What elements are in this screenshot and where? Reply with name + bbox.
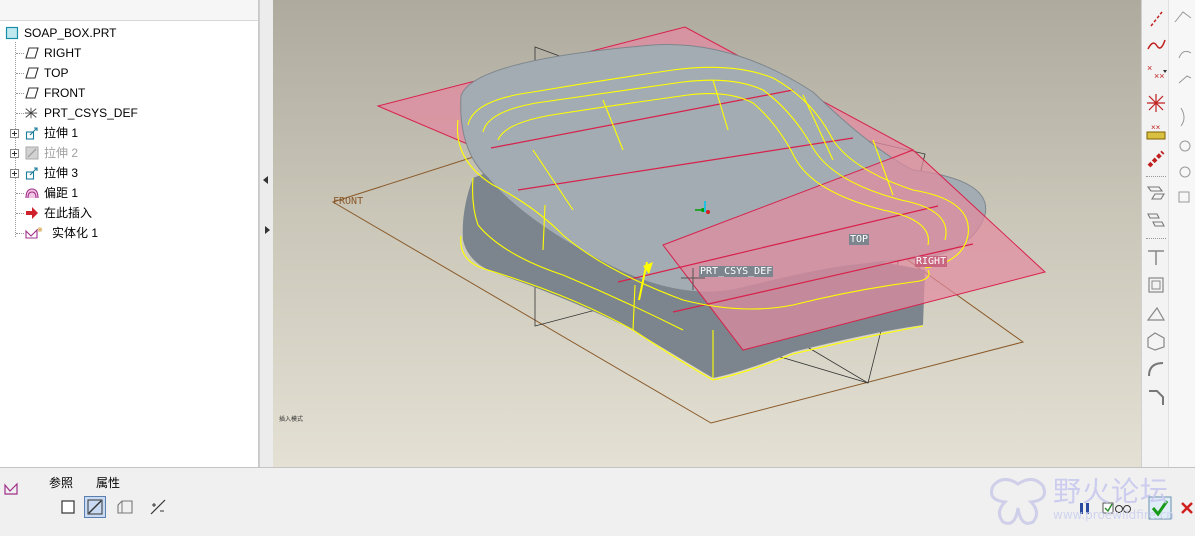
tree-item-insert-here[interactable]: 在此插入 — [0, 203, 200, 223]
analysis-icon[interactable]: ×× — [1145, 120, 1167, 142]
panel-splitter[interactable] — [259, 0, 274, 467]
tree-item-solidify-1[interactable]: ※ 实体化 1 — [0, 223, 200, 243]
expand-toggle[interactable] — [10, 129, 19, 138]
graphics-viewport[interactable]: FRONT TOP RIGHT PRT_CSYS_DEF 插入模式 — [273, 0, 1141, 467]
tab-properties[interactable]: 属性 — [96, 474, 120, 491]
tree-item-extrude-1[interactable]: 拉伸 1 — [0, 123, 200, 143]
tree-item-label: 拉伸 2 — [44, 146, 79, 160]
offset-tool-icon[interactable] — [1145, 274, 1167, 296]
tree-item-extrude-3[interactable]: 拉伸 3 — [0, 163, 200, 183]
flip-direction-icon[interactable] — [148, 497, 168, 517]
datum-toolbar: × ×× ×× — [1141, 0, 1195, 467]
forum-logo-icon — [990, 478, 1046, 525]
trim-icon[interactable] — [1145, 246, 1167, 268]
tree-item-label: TOP — [44, 66, 69, 80]
datum-curve-icon[interactable] — [1145, 34, 1167, 56]
tree-item-label: FRONT — [44, 86, 86, 100]
svg-text:×: × — [1147, 63, 1152, 73]
offset-icon — [25, 188, 39, 199]
datum-plane-icon — [25, 87, 39, 99]
model-3d-view[interactable] — [273, 0, 1141, 467]
extrude-icon — [25, 146, 39, 160]
tree-item-label: PRT_CSYS_DEF — [44, 106, 138, 120]
front-plane-tag: FRONT — [333, 196, 364, 207]
watermark-url: www.proewildfire.cn — [1053, 508, 1174, 522]
toolbar-overflow-icons — [1174, 11, 1192, 203]
tree-item-label: 实体化 1 — [52, 226, 99, 240]
tree-root[interactable]: SOAP_BOX.PRT — [0, 23, 200, 43]
solid-fill-icon[interactable] — [58, 497, 78, 517]
tab-references[interactable]: 参照 — [49, 474, 73, 491]
datum-plane-icon — [25, 67, 39, 79]
extrude-icon — [25, 127, 38, 140]
chain-icon[interactable] — [1145, 148, 1167, 170]
chamfer-icon[interactable] — [1145, 386, 1167, 408]
svg-text:※: ※ — [37, 227, 43, 234]
tree-item-right[interactable]: RIGHT — [0, 43, 200, 63]
watermark-title: 野火论坛 — [1053, 475, 1170, 508]
expand-toggle[interactable] — [10, 169, 19, 178]
round-icon[interactable] — [1145, 358, 1167, 380]
tree-item-label: 拉伸 1 — [44, 126, 79, 140]
tree-root-label: SOAP_BOX.PRT — [24, 26, 117, 40]
svg-text:××: ×× — [1151, 123, 1161, 132]
tree-item-front[interactable]: FRONT — [0, 83, 200, 103]
collapse-left-arrow-icon[interactable] — [263, 176, 268, 184]
coordinate-system-icon — [24, 107, 38, 119]
csys-tag: PRT_CSYS_DEF — [699, 266, 774, 277]
datum-csys-icon[interactable] — [1145, 92, 1167, 114]
tree-item-top[interactable]: TOP — [0, 63, 200, 83]
tree-item-label: RIGHT — [44, 46, 82, 60]
svg-text:××: ×× — [1154, 71, 1165, 81]
replace-surface-icon[interactable] — [115, 497, 135, 517]
mirror-icon[interactable] — [1145, 210, 1167, 232]
expand-right-arrow-icon[interactable] — [265, 226, 270, 234]
model-tree-panel: SOAP_BOX.PRT RIGHT TOP FRONT PRT_CSYS_DE… — [0, 0, 259, 467]
forum-watermark: 野火论坛 www.proewildfire.cn — [985, 470, 1195, 530]
insert-here-arrow-icon — [26, 207, 38, 219]
tree-item-label: 拉伸 3 — [44, 166, 79, 180]
solidify-icon: ※ — [25, 227, 43, 239]
tree-item-label: 偏距 1 — [44, 186, 79, 200]
tree-item-extrude-2[interactable]: 拉伸 2 — [0, 143, 200, 163]
copy-paste-icon[interactable] — [1145, 182, 1167, 204]
datum-point-icon[interactable]: × ×× — [1145, 60, 1167, 82]
right-plane-tag: RIGHT — [915, 256, 948, 267]
tree-item-label: 在此插入 — [44, 206, 93, 220]
datum-axis-icon[interactable] — [1145, 8, 1167, 30]
part-icon — [5, 26, 19, 40]
top-plane-tag: TOP — [849, 234, 870, 245]
remove-material-icon[interactable] — [84, 496, 106, 518]
solidify-icon — [4, 482, 18, 495]
toolbar-overflow-strip[interactable] — [1168, 0, 1195, 467]
datum-plane-icon — [25, 47, 39, 59]
solidify-tool-icon[interactable] — [1145, 330, 1167, 352]
tree-item-csys[interactable]: PRT_CSYS_DEF — [0, 103, 200, 123]
status-text: 插入模式 — [279, 417, 304, 423]
thicken-icon[interactable] — [1145, 302, 1167, 324]
model-tree-header — [0, 0, 258, 21]
tree-item-offset-1[interactable]: 偏距 1 — [0, 183, 200, 203]
extrude-icon — [25, 167, 38, 180]
expand-toggle[interactable] — [10, 149, 19, 158]
